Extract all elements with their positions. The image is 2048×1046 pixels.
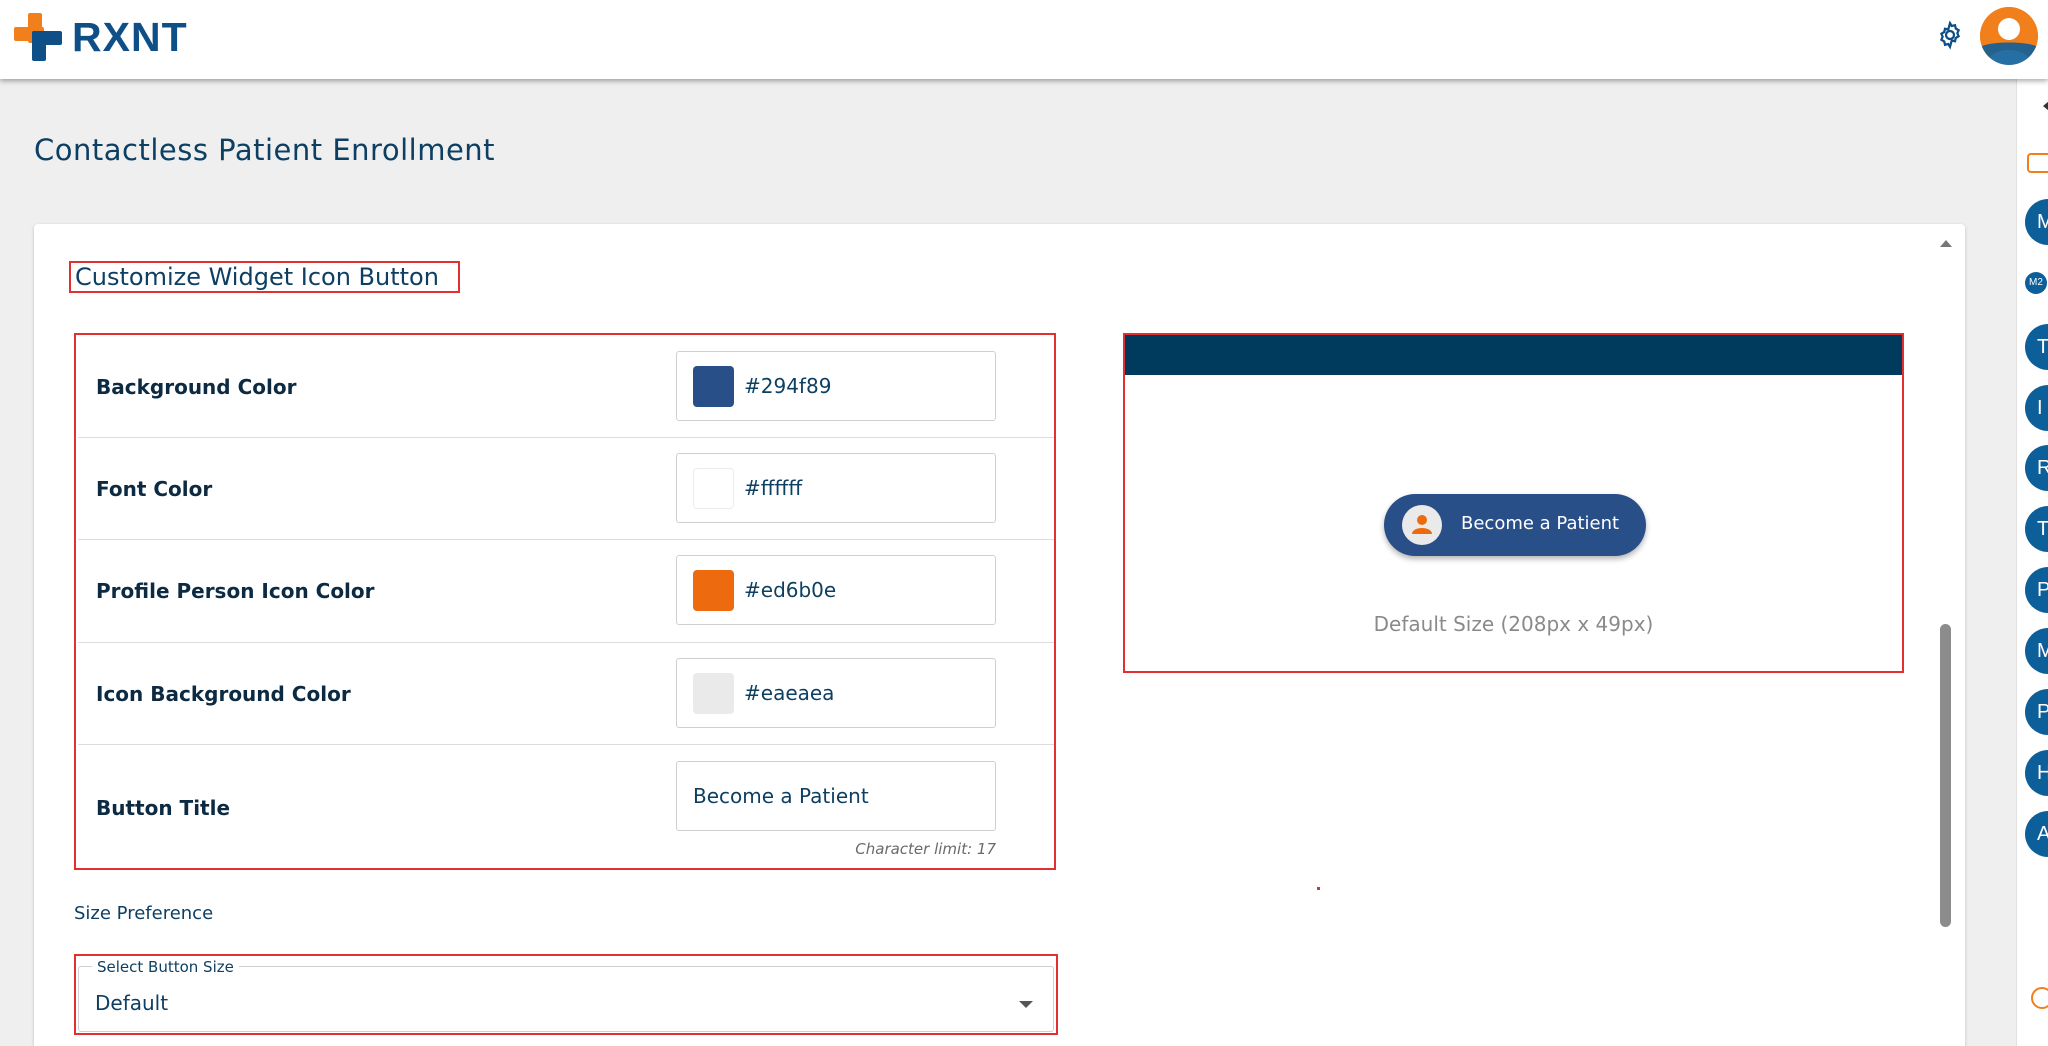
become-patient-preview-button[interactable]: Become a Patient	[1384, 494, 1646, 556]
button-size-select[interactable]: Select Button Size Default	[74, 954, 1058, 1035]
rxnt-logo[interactable]: RXNT	[14, 13, 188, 61]
collapse-section-icon[interactable]	[1940, 240, 1952, 247]
color-swatch[interactable]	[693, 468, 734, 509]
select-outline[interactable]: Select Button Size Default	[78, 958, 1054, 1032]
page-title: Contactless Patient Enrollment	[34, 133, 496, 167]
rail-contact-5[interactable]: R	[2025, 445, 2048, 491]
scrollbar-thumb[interactable]	[1940, 624, 1951, 927]
size-preference-heading: Size Preference	[74, 903, 214, 924]
background-color-field[interactable]: #294f89	[676, 351, 996, 421]
rail-contact-3[interactable]: T	[2025, 324, 2048, 370]
rail-contact-7[interactable]: P	[2025, 567, 2048, 613]
row-label: Profile Person Icon Color	[96, 579, 375, 603]
rail-contact-2[interactable]: M2	[2025, 272, 2047, 294]
marker-dot	[1317, 887, 1320, 890]
button-title-input[interactable]: Become a Patient	[676, 761, 996, 831]
preview-size-caption: Default Size (208px x 49px)	[1373, 612, 1654, 636]
color-value: #ffffff	[744, 476, 803, 500]
rail-contact-6[interactable]: T	[2025, 506, 2048, 552]
row-icon-background-color: Icon Background Color #eaeaea	[78, 643, 1054, 745]
color-value: #ed6b0e	[744, 578, 837, 602]
collapse-rail-icon[interactable]	[2043, 101, 2048, 111]
user-avatar-icon[interactable]	[1980, 7, 2038, 65]
person-icon	[1402, 505, 1442, 545]
color-value: #eaeaea	[744, 681, 835, 705]
rail-contact-8[interactable]: M	[2025, 628, 2048, 674]
color-swatch[interactable]	[693, 570, 734, 611]
settings-list: Background Color #294f89 Font Color #fff…	[74, 333, 1056, 870]
check-circle-icon[interactable]	[2031, 987, 2048, 1009]
brand-name: RXNT	[72, 13, 188, 60]
rail-contact-4[interactable]: I	[2025, 385, 2048, 431]
color-swatch[interactable]	[693, 673, 734, 714]
gear-icon[interactable]	[1935, 20, 1965, 50]
row-label: Font Color	[96, 477, 213, 501]
top-header: RXNT	[0, 0, 2048, 79]
chevron-down-icon[interactable]	[1019, 1001, 1033, 1008]
row-label: Background Color	[96, 375, 297, 399]
row-label: Icon Background Color	[96, 682, 351, 706]
select-value: Default	[95, 991, 169, 1015]
row-background-color: Background Color #294f89	[78, 335, 1054, 438]
rail-contact-1[interactable]: M	[2025, 199, 2048, 245]
select-label: Select Button Size	[92, 958, 239, 976]
row-profile-icon-color: Profile Person Icon Color #ed6b0e	[78, 540, 1054, 643]
logo-cross-icon	[14, 13, 62, 61]
profile-icon-color-field[interactable]: #ed6b0e	[676, 555, 996, 625]
right-rail: M M2 T I R T P M P H A	[2016, 79, 2048, 1046]
font-color-field[interactable]: #ffffff	[676, 453, 996, 523]
rail-contact-10[interactable]: H	[2025, 750, 2048, 796]
row-label: Button Title	[96, 796, 231, 820]
rail-contact-11[interactable]: A	[2025, 811, 2048, 857]
chat-icon[interactable]	[2027, 153, 2048, 173]
preview-button-text: Become a Patient	[1461, 513, 1620, 534]
character-limit-hint: Character limit: 17	[855, 840, 996, 858]
widget-preview: Become a Patient Default Size (208px x 4…	[1123, 333, 1904, 673]
row-font-color: Font Color #ffffff	[78, 438, 1054, 540]
preview-header-bar	[1125, 335, 1902, 375]
color-value: #294f89	[744, 374, 832, 398]
color-swatch[interactable]	[693, 366, 734, 407]
row-button-title: Button Title Become a Patient Character …	[78, 745, 1054, 868]
icon-background-color-field[interactable]: #eaeaea	[676, 658, 996, 728]
section-heading: Customize Widget Icon Button	[69, 261, 460, 293]
rail-contact-9[interactable]: P	[2025, 689, 2048, 735]
